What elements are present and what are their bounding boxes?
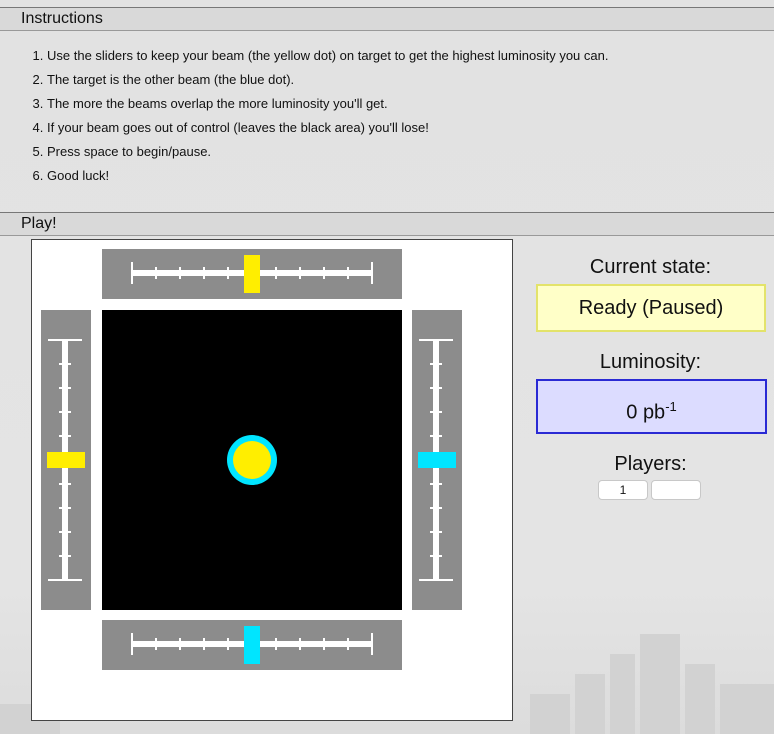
right-slider-tick [430,507,442,509]
left-slider-tick [59,507,71,509]
left-slider-tick [59,387,71,389]
left-slider-tick [59,531,71,533]
left-slider-tick [48,339,82,341]
top-slider-knob[interactable] [244,255,260,293]
left-slider-tick [59,411,71,413]
game-area [31,239,513,721]
top-slider-tick [203,267,205,279]
bottom-slider-tick [203,638,205,650]
top-slider-tick [371,262,373,284]
top-slider[interactable] [102,249,402,299]
players-count-input[interactable]: 1 [598,480,648,500]
left-slider[interactable] [41,310,91,610]
bottom-slider-tick [131,633,133,655]
current-state-display: Ready (Paused) [536,284,766,332]
right-slider-tick [419,339,453,341]
players-label: Players: [614,453,687,475]
instruction-item: The target is the other beam (the blue d… [47,72,608,96]
right-slider-tick [419,579,453,581]
bottom-slider-knob[interactable] [244,626,260,664]
left-slider-tick [59,483,71,485]
instruction-item: If your beam goes out of control (leaves… [47,120,608,144]
bottom-slider-tick [227,638,229,650]
luminosity-unit: pb [642,401,666,424]
right-slider-tick [430,435,442,437]
top-slider-tick [131,262,133,284]
instructions-heading: Instructions [21,10,103,27]
top-slider-tick [275,267,277,279]
bottom-slider[interactable] [102,620,402,670]
beam-play-field [102,310,402,610]
right-slider-tick [430,483,442,485]
instruction-item: Press space to begin/pause. [47,144,608,168]
bottom-slider-tick [155,638,157,650]
top-slider-tick [347,267,349,279]
bottom-slider-tick [299,638,301,650]
player-beam-yellow-dot [233,441,271,479]
instruction-item: Use the sliders to keep your beam (the y… [47,48,608,72]
right-slider[interactable] [412,310,462,610]
instruction-item: Good luck! [47,168,608,192]
luminosity-exponent: -1 [665,399,677,414]
right-slider-tick [430,531,442,533]
left-slider-tick [48,579,82,581]
left-slider-knob[interactable] [47,452,85,468]
bottom-slider-tick [275,638,277,650]
players-second-input[interactable] [651,480,701,500]
beam-canvas [227,435,277,485]
luminosity-display: 0 pb-1 [536,379,767,434]
right-slider-tick [430,555,442,557]
top-slider-tick [227,267,229,279]
instruction-item: The more the beams overlap the more lumi… [47,96,608,120]
left-slider-tick [59,555,71,557]
top-slider-tick [155,267,157,279]
top-slider-tick [179,267,181,279]
left-slider-tick [59,363,71,365]
play-header: Play! [0,212,774,236]
current-state-label: Current state: [589,256,712,278]
bottom-slider-tick [371,633,373,655]
luminosity-value: 0 [626,401,638,424]
instructions-list: Use the sliders to keep your beam (the y… [0,48,608,192]
right-slider-tick [430,411,442,413]
right-slider-tick [430,387,442,389]
luminosity-label: Luminosity: [599,351,702,373]
bottom-slider-tick [323,638,325,650]
bottom-slider-tick [347,638,349,650]
left-slider-tick [59,435,71,437]
play-heading: Play! [21,215,57,232]
instructions-header: Instructions [0,7,774,31]
top-slider-tick [299,267,301,279]
right-slider-knob[interactable] [418,452,456,468]
bottom-slider-tick [179,638,181,650]
top-slider-tick [323,267,325,279]
right-slider-tick [430,363,442,365]
